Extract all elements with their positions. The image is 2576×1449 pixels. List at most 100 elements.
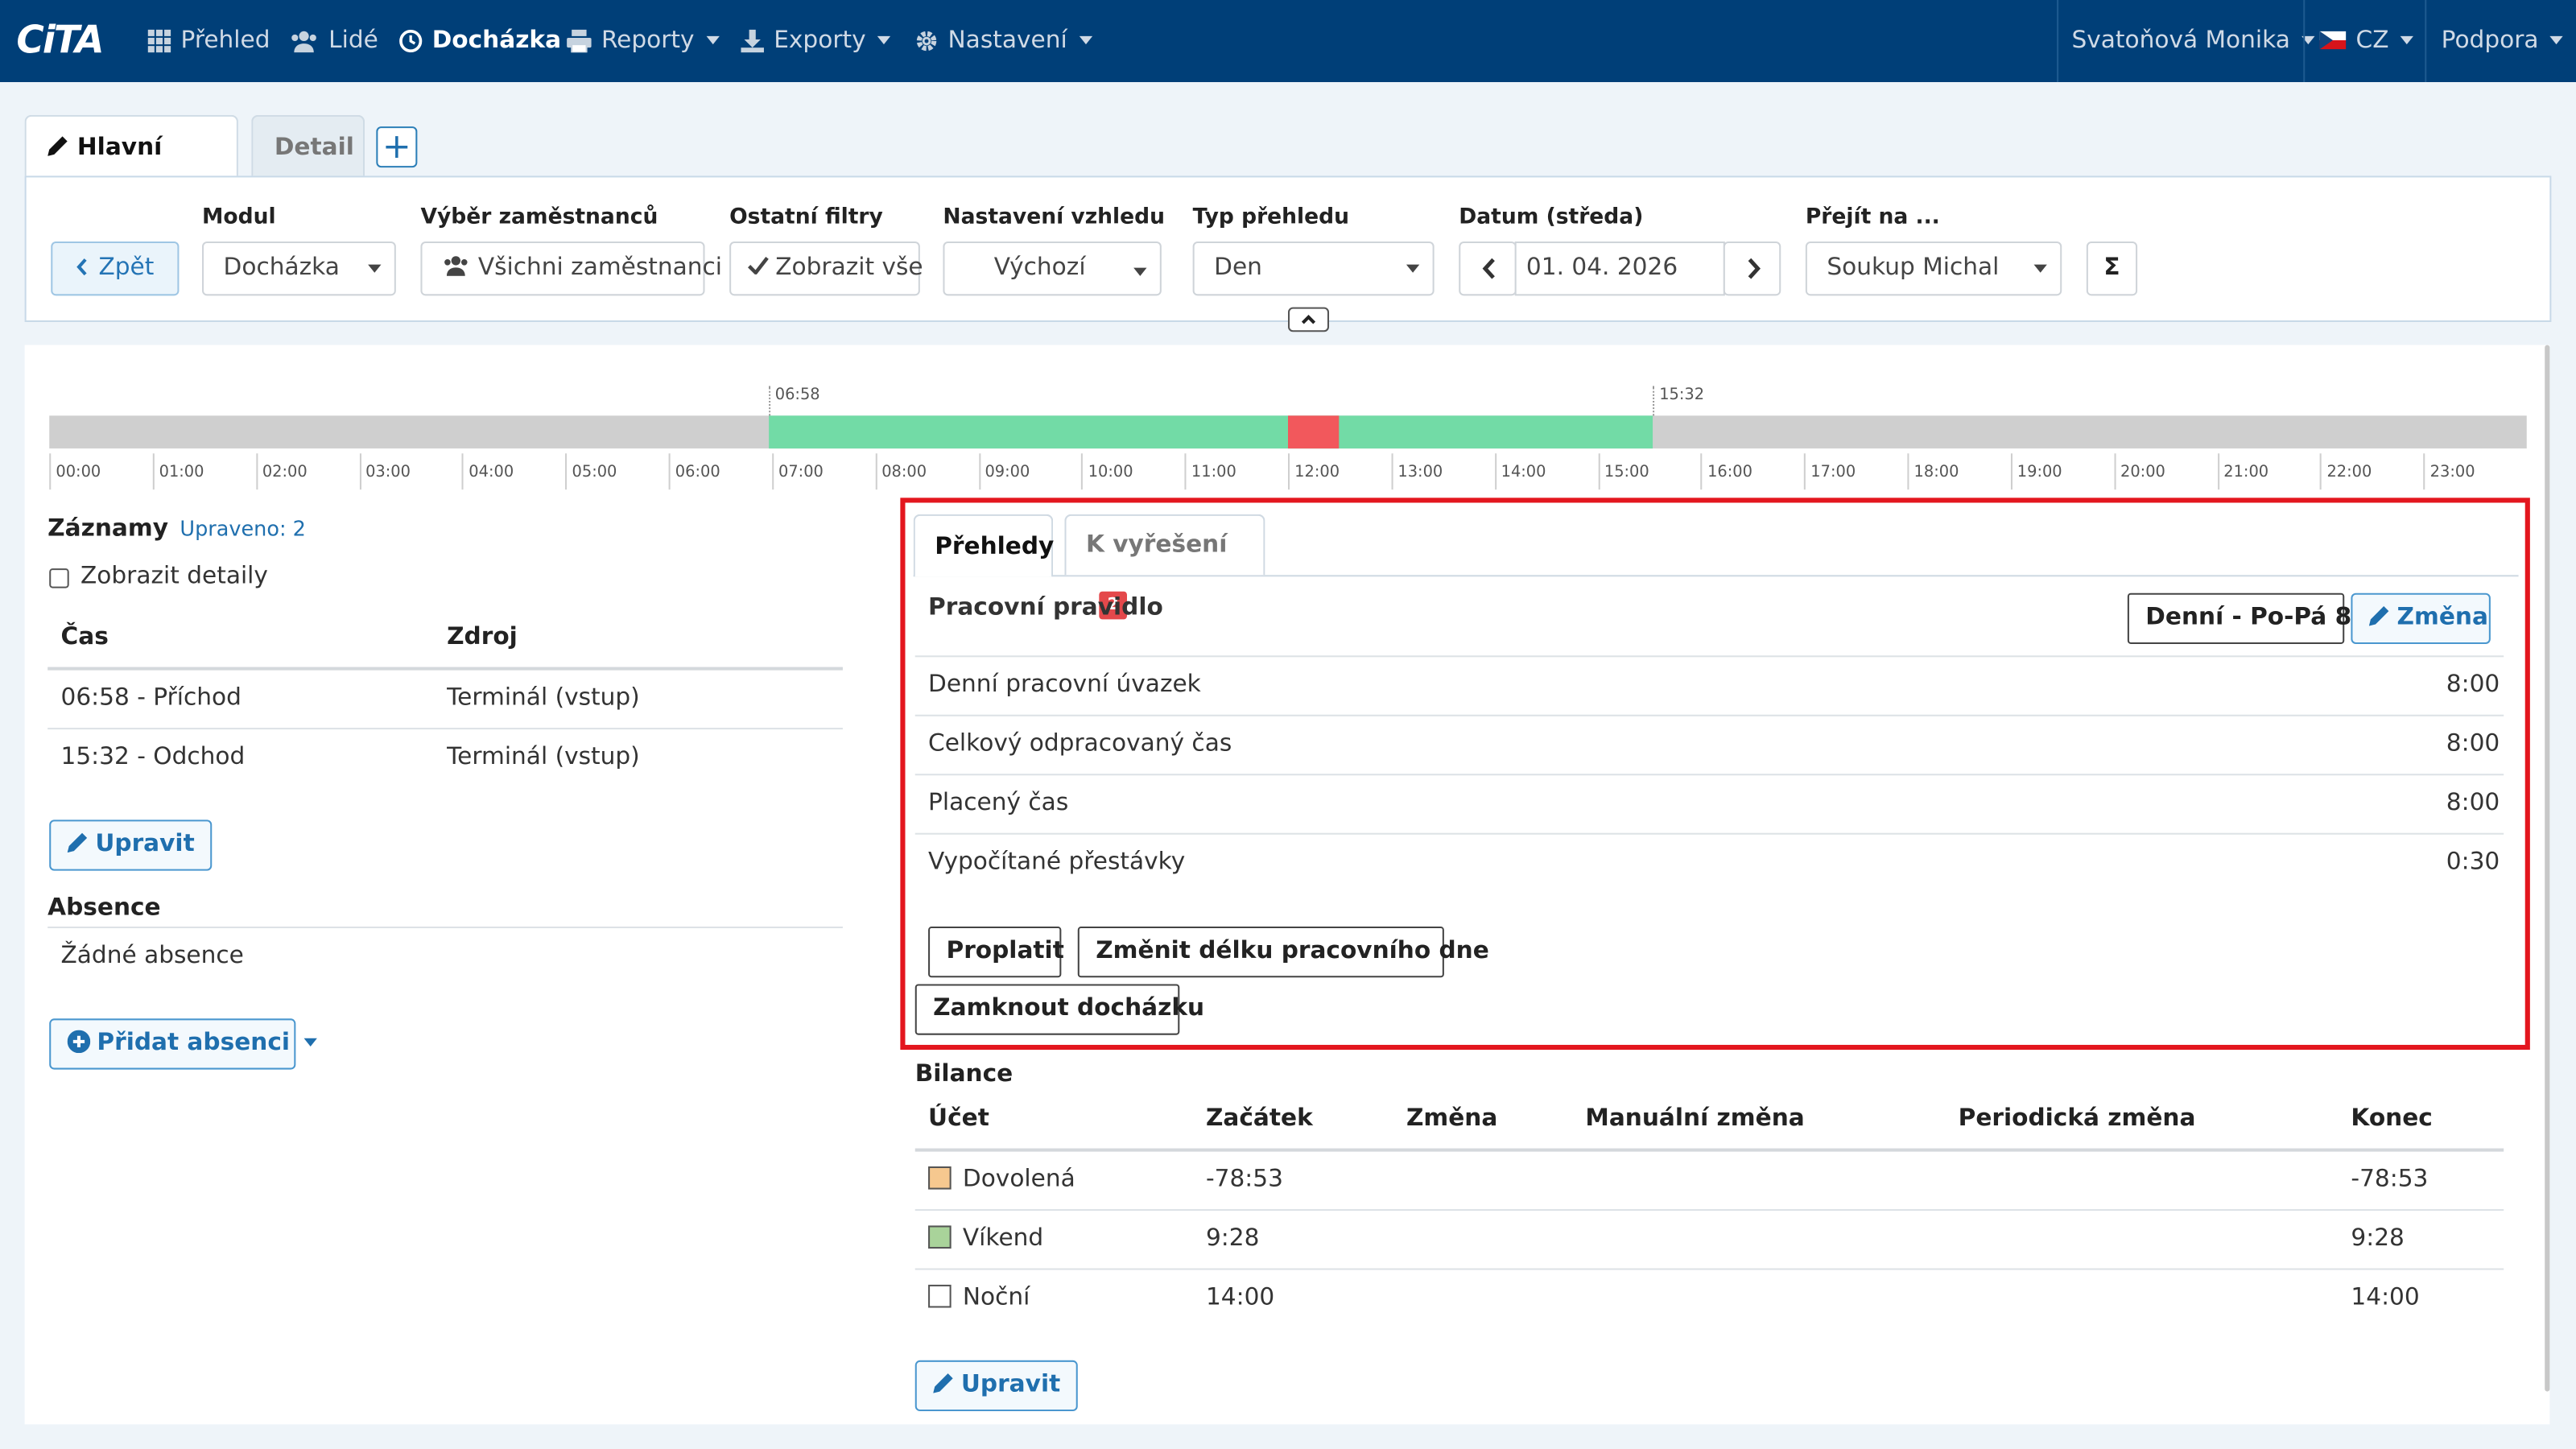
prev-day-button[interactable] <box>1459 242 1517 296</box>
timeline-hour-tick: 01:00 <box>152 453 204 490</box>
timeline-hour-tick: 09:00 <box>978 453 1030 490</box>
printer-icon <box>567 29 592 54</box>
row-divider <box>914 1209 2504 1212</box>
nav-overview-label: Přehled <box>180 27 270 55</box>
timeline-hour-tick: 00:00 <box>49 453 101 490</box>
chevron-left-icon <box>1482 258 1495 279</box>
nav-attendance[interactable]: Docházka <box>399 0 561 82</box>
records-header-divider <box>47 667 843 671</box>
records-col-time: Čas <box>60 624 109 651</box>
edit-records-button[interactable]: Upravit <box>49 819 213 871</box>
employees-label: Výběr zaměstnanců <box>420 205 658 230</box>
tab-detail[interactable]: Detail <box>251 114 365 180</box>
add-absence-button[interactable]: Přidat absenci <box>49 1018 318 1070</box>
tab-pending[interactable]: K vyřešení2 <box>1064 514 1265 620</box>
nav-settings-label: Nastavení <box>947 27 1067 55</box>
tab-overviews[interactable]: Přehledy <box>913 514 1055 577</box>
other-filters-select[interactable]: Zobrazit vše <box>729 242 923 296</box>
cita-logo[interactable]: CiTA <box>16 19 104 65</box>
date-input[interactable]: 01. 04. 2026 <box>1514 242 1725 296</box>
nav-reports[interactable]: Reporty <box>567 0 720 82</box>
goto-employee-value: Soukup Michal <box>1827 254 2000 281</box>
change-rule-label: Změna <box>2396 605 2488 631</box>
show-details-checkbox[interactable] <box>49 568 69 588</box>
add-absence-label: Přidat absenci <box>97 1030 291 1057</box>
edit-balance-button[interactable]: Upravit <box>914 1360 1079 1412</box>
nav-overview[interactable]: Přehled <box>147 0 270 82</box>
balance-header-divider <box>914 1148 2504 1152</box>
add-tab-button[interactable]: + <box>376 126 418 168</box>
employees-select[interactable]: Všichni zaměstnanci <box>420 242 722 296</box>
back-button[interactable]: Zpět <box>51 242 180 296</box>
pay-button[interactable]: Proplatit <box>928 927 1064 978</box>
gear-icon <box>916 31 937 52</box>
timeline-hour-tick: 13:00 <box>1391 453 1443 490</box>
timeline-hour-tick: 23:00 <box>2423 453 2475 490</box>
show-details-label: Zobrazit detaily <box>80 564 268 590</box>
change-rule-button[interactable]: Změna <box>2351 592 2491 644</box>
scrollbar[interactable] <box>2545 345 2550 1392</box>
balance-account: Noční <box>962 1284 1030 1311</box>
grid-icon <box>147 29 171 53</box>
daily-workload-value: 8:00 <box>2446 671 2500 699</box>
caret-down-icon <box>2033 264 2047 273</box>
row-divider <box>47 728 843 730</box>
timeline-hour-tick: 03:00 <box>358 453 411 490</box>
caret-down-icon <box>1133 267 1147 276</box>
caret-down-icon <box>304 1038 318 1046</box>
balance-col-start: Začátek <box>1205 1105 1313 1133</box>
support-label: Podpora <box>2441 27 2539 55</box>
balance-col-manual-change: Manuální změna <box>1585 1105 1805 1133</box>
nav-settings[interactable]: Nastavení <box>915 0 1092 82</box>
employees-value: Všichni zaměstnanci <box>477 254 723 281</box>
day-timeline <box>49 415 2527 449</box>
support-menu[interactable]: Podpora <box>2441 0 2564 82</box>
timeline-hour-tick: 06:00 <box>668 453 720 490</box>
timeline-hour-tick: 08:00 <box>875 453 927 490</box>
paid-time-value: 8:00 <box>2446 790 2500 817</box>
nav-attendance-label: Docházka <box>431 27 562 55</box>
next-day-button[interactable] <box>1723 242 1781 296</box>
overview-type-label: Typ přehledu <box>1192 205 1350 230</box>
balance-col-account: Účet <box>928 1105 989 1133</box>
chevron-right-icon <box>1748 258 1761 279</box>
balance-start: -78:53 <box>1205 1166 1283 1193</box>
timeline-hour-tick: 19:00 <box>2010 453 2062 490</box>
module-select[interactable]: Docházka <box>202 242 396 296</box>
records-modified[interactable]: Upraveno: 2 <box>180 516 306 541</box>
edit-balance-label: Upravit <box>960 1372 1061 1398</box>
tab-overviews-label: Přehledy <box>935 534 1055 560</box>
timeline-hour-tick: 18:00 <box>1907 453 1959 490</box>
work-rule-value[interactable]: Denní - Po-Pá 8h <box>2127 592 2368 644</box>
sum-button[interactable]: Σ <box>2086 242 2138 296</box>
other-filters-value: Zobrazit vše <box>775 254 923 281</box>
lock-attendance-button[interactable]: Zamknout docházku <box>914 984 1204 1035</box>
collapse-filters-button[interactable] <box>1288 307 1330 332</box>
timeline-hour-tick: 02:00 <box>255 453 308 490</box>
timeline-hour-tick: 11:00 <box>1184 453 1236 490</box>
change-day-length-button[interactable]: Změnit délku pracovního dne <box>1077 927 1489 978</box>
record-source: Terminál (vstup) <box>447 744 640 771</box>
chevron-left-icon <box>76 258 87 276</box>
czech-flag-icon <box>2319 31 2347 50</box>
user-menu[interactable]: Svatoňová Monika <box>2071 0 2315 82</box>
goto-employee-select[interactable]: Soukup Michal <box>1805 242 2062 296</box>
records-title: Záznamy <box>47 515 168 543</box>
tab-detail-label: Detail <box>274 134 354 161</box>
user-name: Svatoňová Monika <box>2071 27 2290 55</box>
language-menu[interactable]: CZ <box>2319 0 2414 82</box>
row-divider <box>914 714 2504 716</box>
nav-exports[interactable]: Exporty <box>741 0 891 82</box>
timeline-break-segment <box>1288 415 1340 449</box>
nav-people[interactable]: Lidé <box>289 0 378 82</box>
row-divider <box>914 774 2504 776</box>
nav-reports-label: Reporty <box>601 27 695 55</box>
timeline-hour-tick: 17:00 <box>1804 453 1856 490</box>
balance-start: 9:28 <box>1205 1225 1260 1253</box>
tab-main-panel[interactable]: Hlavní panel <box>24 114 238 225</box>
view-settings-select[interactable]: Výchozí <box>943 242 1162 296</box>
records-heading: Záznamy Upraveno: 2 <box>47 516 306 543</box>
overview-type-select[interactable]: Den <box>1192 242 1435 296</box>
records-col-source: Zdroj <box>447 624 518 651</box>
daily-workload-label: Denní pracovní úvazek <box>928 671 1201 699</box>
